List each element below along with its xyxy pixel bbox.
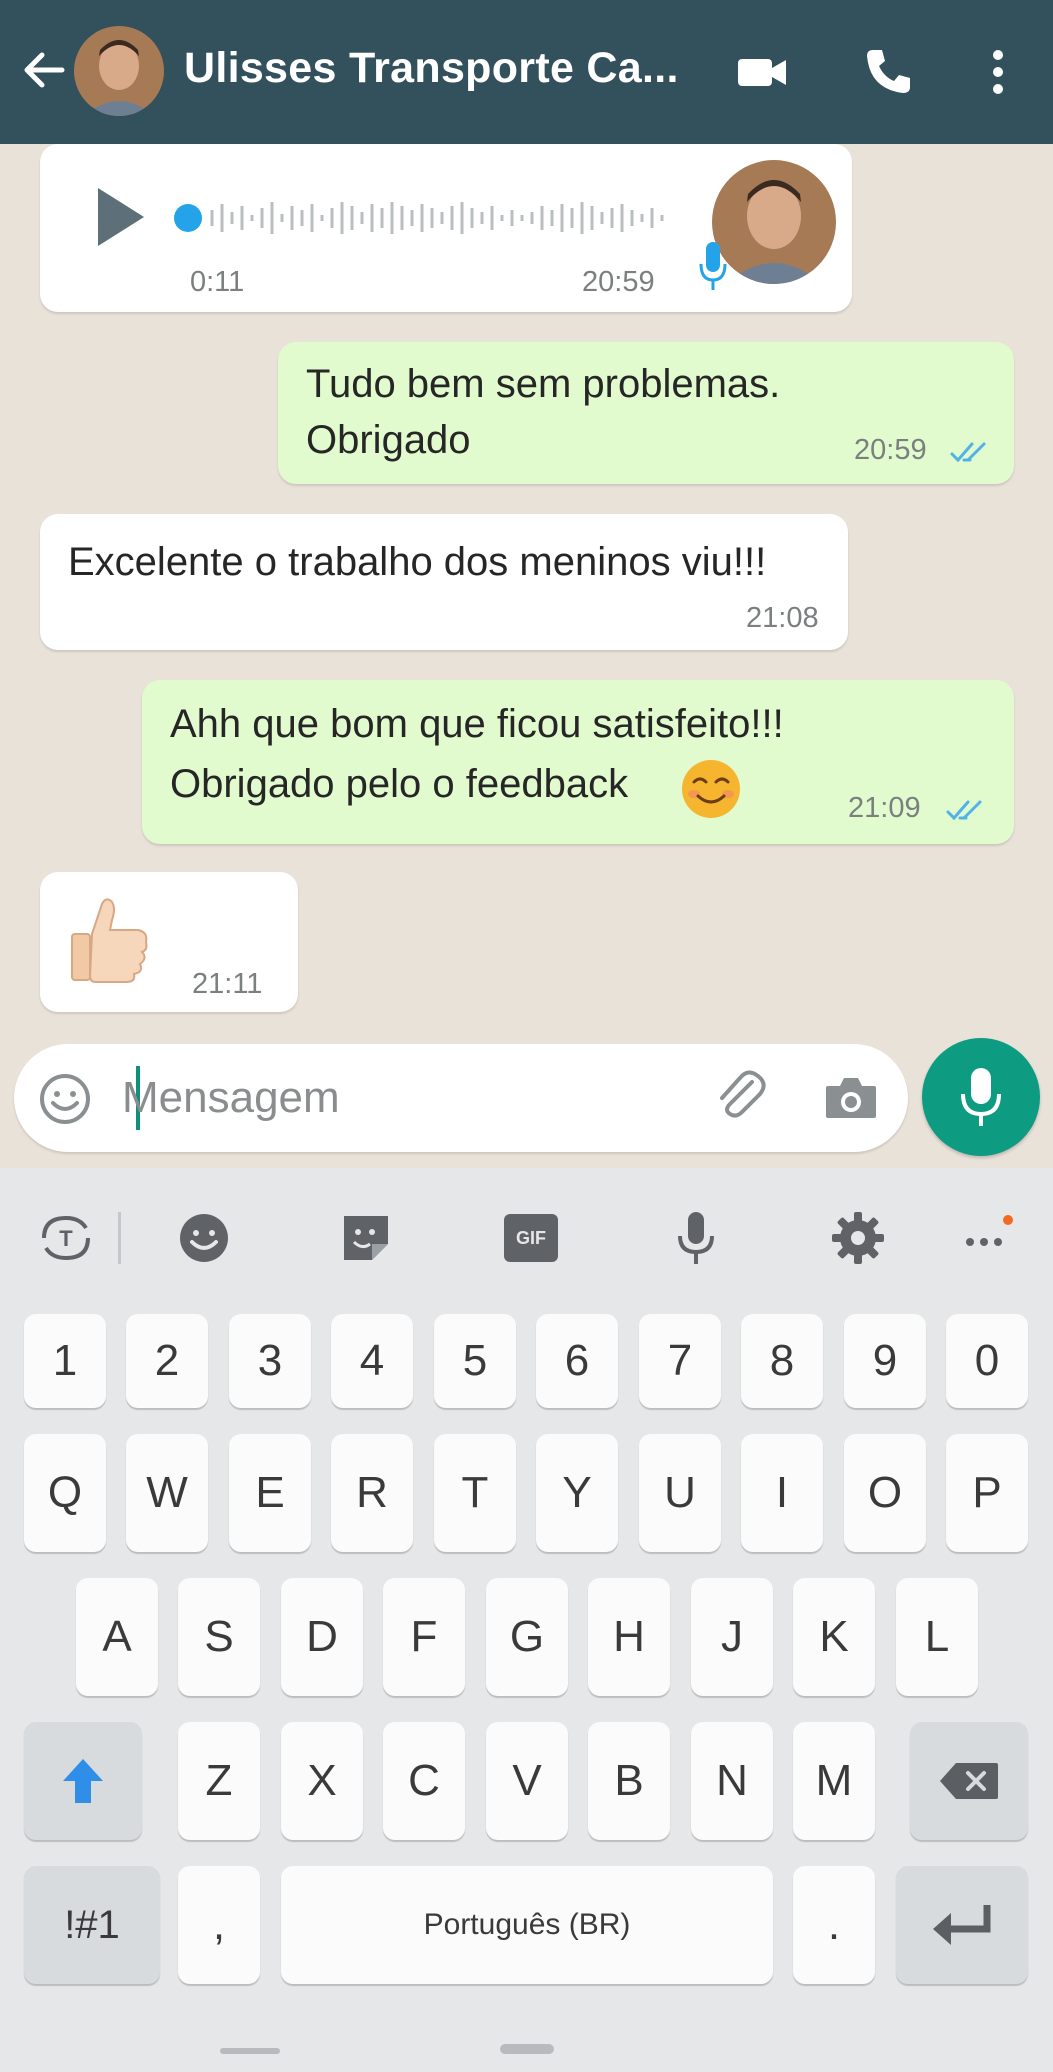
message-line: Tudo bem sem problemas.: [306, 362, 781, 406]
key-h[interactable]: H: [588, 1578, 670, 1696]
key-b[interactable]: B: [588, 1722, 670, 1840]
shift-key[interactable]: [24, 1722, 142, 1840]
settings-icon[interactable]: [828, 1208, 888, 1268]
key-r[interactable]: R: [331, 1434, 413, 1552]
voice-record-button[interactable]: [922, 1038, 1040, 1156]
voice-message-bubble[interactable]: 0:11 20:59: [40, 144, 852, 312]
key-s[interactable]: S: [178, 1578, 260, 1696]
key-v[interactable]: V: [486, 1722, 568, 1840]
contact-name[interactable]: Ulisses Transporte Ca...: [184, 44, 679, 93]
space-key[interactable]: Português (BR): [281, 1866, 773, 1984]
key-5[interactable]: 5: [434, 1314, 516, 1408]
key-g[interactable]: G: [486, 1578, 568, 1696]
nav-recents-hint: [220, 2048, 280, 2054]
message-composer: [14, 1044, 908, 1152]
outgoing-message-bubble[interactable]: Tudo bem sem problemas. Obrigado 20:59: [278, 342, 1014, 484]
key-2[interactable]: 2: [126, 1314, 208, 1408]
key-z[interactable]: Z: [178, 1722, 260, 1840]
key-m[interactable]: M: [793, 1722, 875, 1840]
key-w[interactable]: W: [126, 1434, 208, 1552]
gif-icon[interactable]: GIF: [504, 1214, 558, 1262]
key-3[interactable]: 3: [229, 1314, 311, 1408]
video-call-icon[interactable]: [734, 44, 790, 100]
incoming-message-bubble[interactable]: Excelente o trabalho dos meninos viu!!! …: [40, 514, 848, 650]
message-time: 20:59: [854, 434, 927, 466]
period-key[interactable]: .: [793, 1866, 875, 1984]
camera-icon[interactable]: [822, 1070, 880, 1126]
voice-call-icon[interactable]: [860, 44, 916, 100]
emoji-icon[interactable]: [38, 1072, 92, 1126]
mic-small-icon: [699, 242, 727, 290]
symbols-key[interactable]: !#1: [24, 1866, 160, 1984]
enter-key[interactable]: [896, 1866, 1028, 1984]
key-7[interactable]: 7: [639, 1314, 721, 1408]
key-4[interactable]: 4: [331, 1314, 413, 1408]
message-line: Obrigado pelo o feedback: [170, 762, 629, 806]
voice-duration: 0:11: [190, 266, 245, 298]
key-p[interactable]: P: [946, 1434, 1028, 1552]
key-j[interactable]: J: [691, 1578, 773, 1696]
outgoing-message-bubble[interactable]: Ahh que bom que ficou satisfeito!!! Obri…: [142, 680, 1014, 844]
message-time: 21:08: [746, 602, 819, 634]
key-x[interactable]: X: [281, 1722, 363, 1840]
key-y[interactable]: Y: [536, 1434, 618, 1552]
comma-key[interactable]: ,: [178, 1866, 260, 1984]
emoji-icon[interactable]: [174, 1208, 234, 1268]
key-d[interactable]: D: [281, 1578, 363, 1696]
key-e[interactable]: E: [229, 1434, 311, 1552]
message-time: 20:59: [582, 266, 655, 298]
key-0[interactable]: 0: [946, 1314, 1028, 1408]
chat-header: Ulisses Transporte Ca...: [0, 0, 1053, 144]
backspace-key[interactable]: [910, 1722, 1028, 1840]
key-f[interactable]: F: [383, 1578, 465, 1696]
key-9[interactable]: 9: [844, 1314, 926, 1408]
play-icon[interactable]: [92, 184, 148, 250]
voice-input-icon[interactable]: [666, 1208, 726, 1268]
sticker-icon[interactable]: [336, 1208, 396, 1268]
contact-avatar[interactable]: [74, 26, 164, 116]
key-1[interactable]: 1: [24, 1314, 106, 1408]
message-input[interactable]: [122, 1066, 682, 1130]
attach-icon[interactable]: [712, 1068, 770, 1126]
read-receipt-icon: [950, 442, 986, 463]
message-line: Obrigado: [306, 418, 471, 462]
toolbar-divider: [118, 1212, 121, 1264]
more-icon[interactable]: [956, 1208, 1016, 1268]
more-options-icon[interactable]: [970, 44, 1026, 100]
incoming-message-bubble[interactable]: 21:11: [40, 872, 298, 1012]
audio-waveform[interactable]: [172, 196, 702, 240]
sender-avatar: [712, 160, 836, 284]
key-u[interactable]: U: [639, 1434, 721, 1552]
enter-icon: [933, 1905, 991, 1945]
message-line: Excelente o trabalho dos meninos viu!!!: [68, 540, 767, 584]
message-time: 21:11: [192, 968, 263, 1000]
key-o[interactable]: O: [844, 1434, 926, 1552]
key-i[interactable]: I: [741, 1434, 823, 1552]
mic-icon: [961, 1068, 1001, 1126]
thumbs-up-emoji-icon: [71, 898, 148, 983]
key-k[interactable]: K: [793, 1578, 875, 1696]
svg-text:T: T: [59, 1226, 73, 1251]
shift-arrow-icon: [63, 1759, 103, 1803]
key-n[interactable]: N: [691, 1722, 773, 1840]
nav-home-hint: [500, 2044, 554, 2054]
key-a[interactable]: A: [76, 1578, 158, 1696]
key-c[interactable]: C: [383, 1722, 465, 1840]
message-time: 21:09: [848, 792, 921, 824]
message-line: Ahh que bom que ficou satisfeito!!!: [170, 702, 784, 746]
key-8[interactable]: 8: [741, 1314, 823, 1408]
key-6[interactable]: 6: [536, 1314, 618, 1408]
key-q[interactable]: Q: [24, 1434, 106, 1552]
key-l[interactable]: L: [896, 1578, 978, 1696]
keyboard: T GIF 1 2 3 4 5 6 7 8 9 0 Q W E R T Y U …: [0, 1168, 1053, 2072]
read-receipt-icon: [946, 800, 982, 821]
chat-area[interactable]: 0:11 20:59 Tudo bem sem problemas. Obrig…: [0, 144, 1053, 1164]
translate-icon[interactable]: T: [36, 1208, 96, 1268]
smiling-face-emoji-icon: [682, 760, 740, 818]
back-arrow-icon[interactable]: [18, 44, 70, 96]
backspace-icon: [940, 1763, 998, 1799]
key-t[interactable]: T: [434, 1434, 516, 1552]
